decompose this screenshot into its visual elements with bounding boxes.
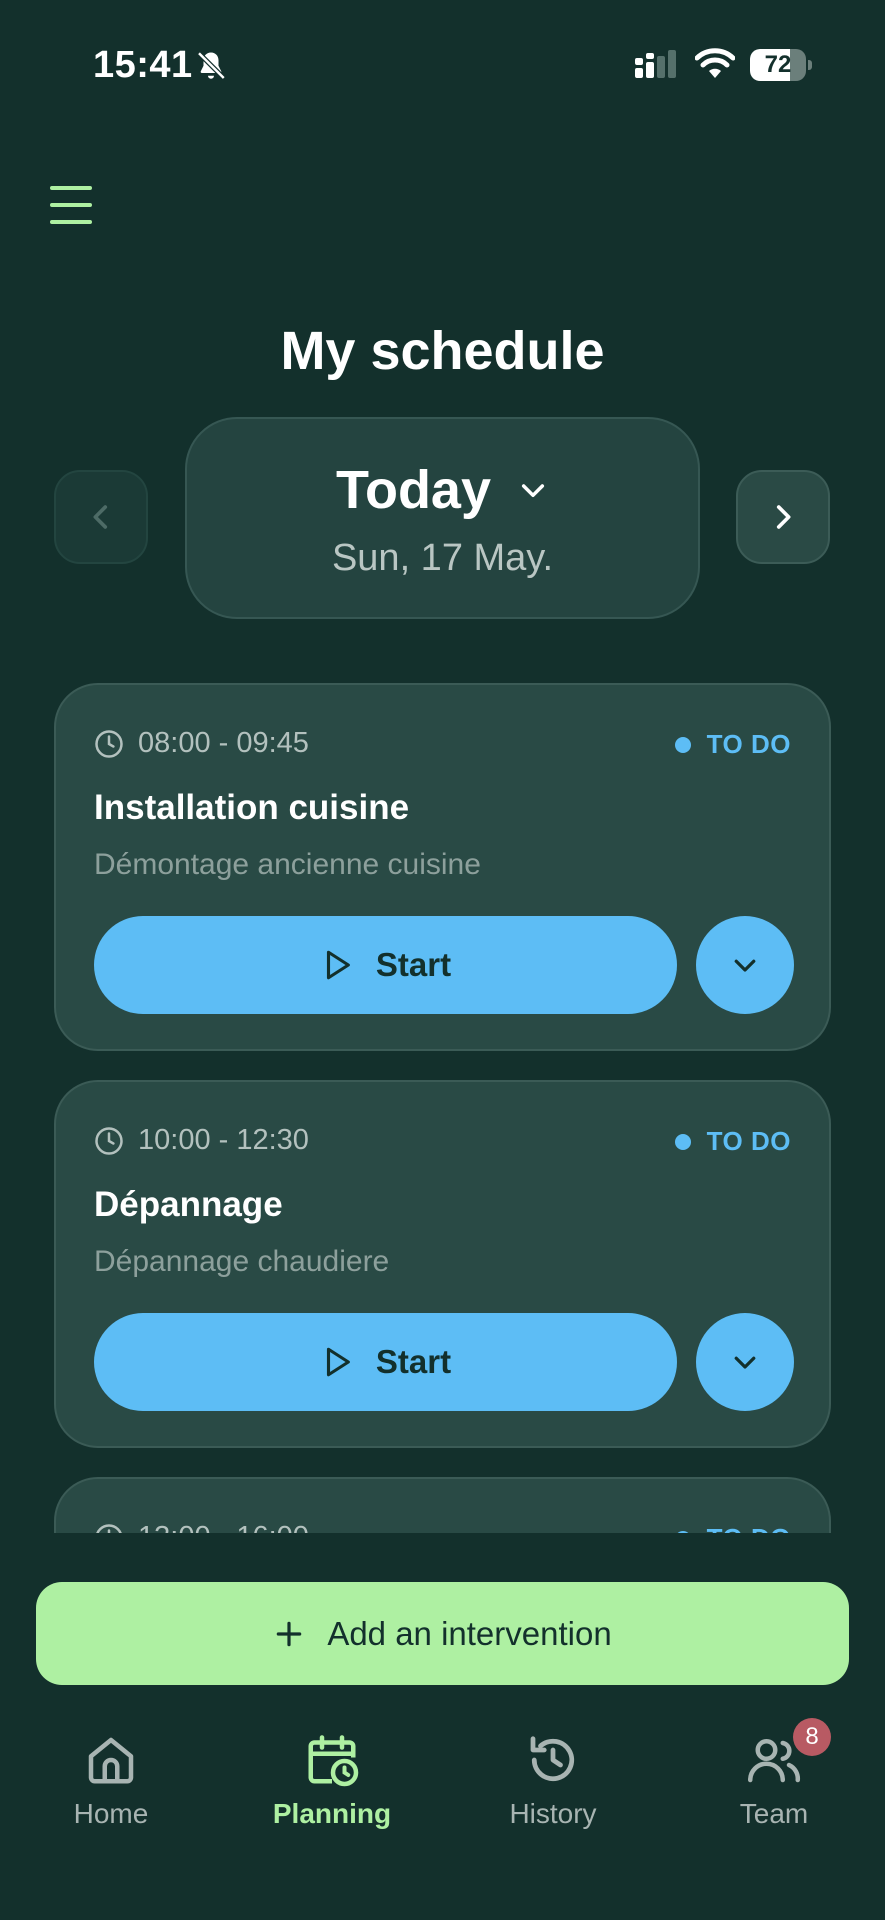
expand-button[interactable]: [696, 916, 794, 1014]
card-time: 13:00 - 16:00: [94, 1521, 309, 1533]
nav-history[interactable]: History: [453, 1720, 653, 1840]
history-icon: [530, 1736, 575, 1782]
next-day-button[interactable]: [736, 470, 830, 564]
battery-indicator: 72: [750, 49, 812, 81]
card-time-range: 13:00 - 16:00: [138, 1521, 309, 1533]
card-time-range: 10:00 - 12:30: [138, 1124, 309, 1156]
nav-team-label: Team: [739, 1798, 809, 1829]
chevron-right-icon: [776, 505, 791, 529]
chevron-left-icon: [93, 505, 108, 529]
page-title: My schedule: [280, 321, 605, 381]
start-button-label: Start: [375, 1343, 452, 1380]
cellular-signal-icon: [635, 50, 676, 78]
start-button-label: Start: [375, 946, 452, 983]
status-bar: 15:41 72: [0, 0, 885, 130]
card-time: 10:00 - 12:30: [94, 1124, 309, 1157]
status-badge-label: TO DO: [707, 1523, 791, 1533]
status-badge-label: TO DO: [706, 729, 791, 759]
bell-muted-icon: [197, 51, 226, 80]
card-time: 08:00 - 09:45: [94, 727, 309, 760]
battery-percent: 72: [764, 51, 792, 78]
add-intervention-button[interactable]: Add an intervention: [36, 1582, 849, 1685]
plus-icon: [277, 1621, 302, 1646]
start-button[interactable]: Start: [94, 916, 677, 1014]
card-title: Dépannage: [94, 1185, 283, 1224]
status-time: 15:41: [93, 44, 193, 86]
chevron-down-icon: [521, 484, 545, 498]
start-button[interactable]: Start: [94, 1313, 677, 1411]
card-time-range: 08:00 - 09:45: [138, 727, 309, 759]
wifi-icon: [695, 48, 735, 78]
add-intervention-label: Add an intervention: [327, 1614, 612, 1652]
intervention-list[interactable]: 08:00 - 09:45 TO DO Installation cuisine…: [54, 683, 831, 1533]
menu-icon[interactable]: [46, 180, 96, 230]
date-picker-label: Today: [335, 460, 491, 520]
status-badge-label: TO DO: [706, 1126, 791, 1156]
nav-home[interactable]: Home: [11, 1720, 211, 1840]
status-badge: TO DO: [674, 1126, 791, 1157]
intervention-card[interactable]: 08:00 - 09:45 TO DO Installation cuisine…: [54, 683, 831, 1051]
date-picker[interactable]: Today Sun, 17 May.: [185, 417, 700, 619]
date-picker-date: Sun, 17 May.: [331, 537, 554, 579]
intervention-card[interactable]: 10:00 - 12:30 TO DO Dépannage Dépannage …: [54, 1080, 831, 1448]
intervention-card[interactable]: 13:00 - 16:00 TO DO: [54, 1477, 831, 1533]
nav-history-label: History: [509, 1798, 597, 1829]
team-notification-badge: 8: [793, 1718, 831, 1756]
nav-team[interactable]: 8 Team: [674, 1718, 874, 1840]
previous-day-button[interactable]: [54, 470, 148, 564]
card-description: Dépannage chaudiere: [94, 1245, 390, 1278]
card-title: Installation cuisine: [94, 788, 410, 827]
bottom-nav: Home Planning History 8 Team: [0, 1718, 885, 1920]
chevron-down-icon: [734, 1356, 756, 1369]
nav-home-label: Home: [73, 1798, 149, 1829]
clock-icon: [95, 1126, 123, 1155]
clock-icon: [95, 729, 123, 758]
calendar-clock-icon: [308, 1735, 359, 1787]
card-description: Démontage ancienne cuisine: [94, 848, 481, 881]
status-badge: TO DO: [674, 729, 791, 760]
play-icon: [326, 950, 350, 980]
play-icon: [326, 1347, 350, 1377]
status-badge: TO DO: [674, 1523, 791, 1533]
clock-icon: [96, 1523, 122, 1533]
nav-planning[interactable]: Planning: [232, 1720, 432, 1840]
home-icon: [88, 1737, 134, 1784]
nav-planning-label: Planning: [272, 1798, 392, 1829]
chevron-down-icon: [734, 959, 756, 972]
expand-button[interactable]: [696, 1313, 794, 1411]
